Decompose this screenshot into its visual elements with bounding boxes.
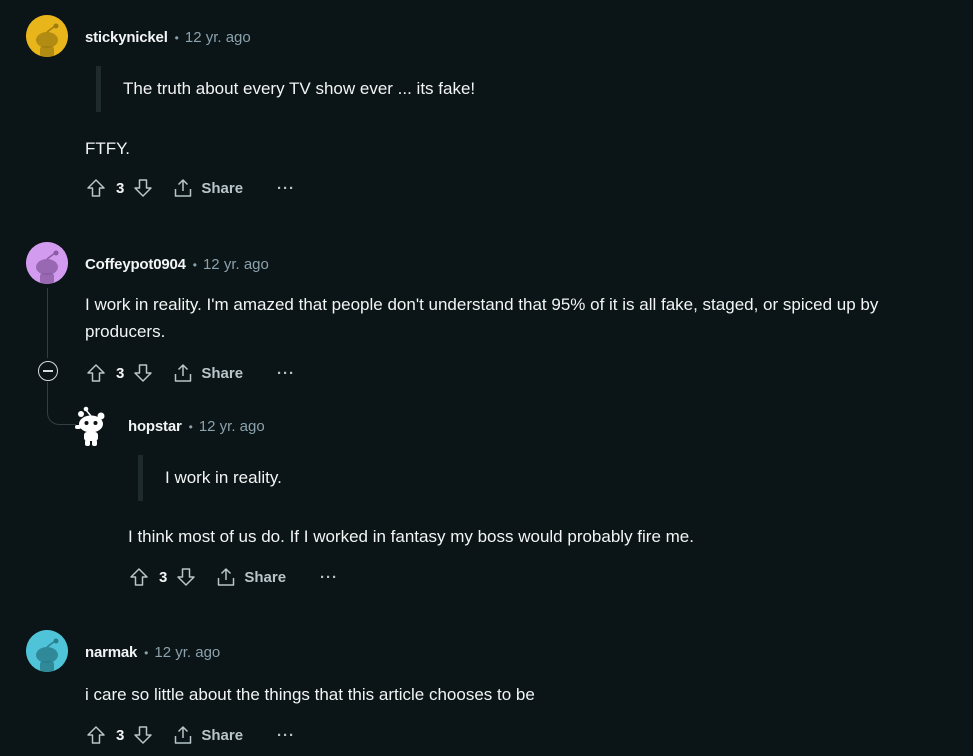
- comment-body: I think most of us do. If I worked in fa…: [128, 523, 694, 550]
- comment-actions: 3 Share ···: [85, 172, 295, 204]
- snoo-avatar-icon: [75, 406, 105, 446]
- upvote-icon: [87, 179, 105, 197]
- snoo-avatar-icon: [26, 15, 68, 57]
- comment-actions: 3 Share ···: [85, 357, 295, 389]
- share-button[interactable]: Share: [172, 362, 243, 384]
- minus-icon: [43, 370, 53, 372]
- share-icon: [175, 364, 192, 382]
- downvote-button[interactable]: [132, 177, 154, 199]
- meta-separator: •: [144, 645, 149, 660]
- timestamp[interactable]: 12 yr. ago: [203, 256, 269, 273]
- author-name[interactable]: narmak: [85, 644, 137, 661]
- comment-actions: 3 Share ···: [85, 719, 295, 751]
- author-name[interactable]: hopstar: [128, 418, 182, 435]
- share-button[interactable]: Share: [215, 566, 286, 588]
- share-button[interactable]: Share: [172, 177, 243, 199]
- thread-line[interactable]: [47, 288, 48, 358]
- comment-meta: hopstar • 12 yr. ago: [128, 418, 265, 435]
- comment-meta: stickynickel • 12 yr. ago: [85, 29, 251, 46]
- upvote-icon: [87, 364, 105, 382]
- comment-thread-page: stickynickel • 12 yr. ago The truth abou…: [0, 0, 973, 756]
- share-label: Share: [201, 179, 244, 197]
- avatar[interactable]: [26, 15, 68, 57]
- comment-text-line: producers.: [85, 322, 166, 341]
- snoo-avatar-icon: [26, 242, 68, 284]
- more-options-button[interactable]: ···: [277, 180, 295, 197]
- timestamp[interactable]: 12 yr. ago: [199, 418, 265, 435]
- downvote-icon: [134, 179, 153, 197]
- comment-body: I work in reality. I'm amazed that peopl…: [85, 291, 878, 345]
- upvote-icon: [87, 726, 105, 744]
- upvote-button[interactable]: [128, 566, 150, 588]
- comment-body: FTFY.: [85, 135, 130, 162]
- timestamp[interactable]: 12 yr. ago: [154, 644, 220, 661]
- more-options-button[interactable]: ···: [277, 365, 295, 382]
- collapse-thread-button[interactable]: [38, 361, 58, 381]
- author-name[interactable]: Coffeypot0904: [85, 256, 186, 273]
- author-name[interactable]: stickynickel: [85, 29, 168, 46]
- avatar[interactable]: [26, 630, 68, 672]
- quote-text: I work in reality.: [165, 468, 282, 487]
- downvote-icon: [134, 364, 153, 382]
- upvote-button[interactable]: [85, 177, 107, 199]
- snoo-avatar-icon: [26, 630, 68, 672]
- comment-meta: narmak • 12 yr. ago: [85, 644, 220, 661]
- comment-text: I think most of us do. If I worked in fa…: [128, 527, 694, 546]
- meta-separator: •: [188, 419, 193, 434]
- blockquote: I work in reality.: [138, 455, 282, 501]
- comment-text-line: I work in reality. I'm amazed that peopl…: [85, 295, 879, 314]
- meta-separator: •: [192, 257, 197, 272]
- vote-count: 3: [116, 726, 125, 744]
- vote-count: 3: [116, 179, 125, 197]
- quote-text: The truth about every TV show ever ... i…: [123, 79, 476, 98]
- share-icon: [218, 568, 235, 586]
- more-options-button[interactable]: ···: [277, 727, 295, 744]
- comment-text: FTFY.: [85, 139, 131, 158]
- timestamp[interactable]: 12 yr. ago: [185, 29, 251, 46]
- share-label: Share: [201, 364, 244, 382]
- vote-count: 3: [159, 568, 168, 586]
- downvote-icon: [134, 726, 153, 744]
- share-button[interactable]: Share: [172, 724, 243, 746]
- more-options-button[interactable]: ···: [320, 569, 338, 586]
- blockquote: The truth about every TV show ever ... i…: [96, 66, 475, 112]
- upvote-button[interactable]: [85, 362, 107, 384]
- upvote-icon: [130, 568, 148, 586]
- avatar[interactable]: [72, 405, 112, 447]
- comment-text: i care so little about the things that t…: [85, 685, 535, 704]
- share-label: Share: [201, 726, 244, 744]
- downvote-icon: [177, 568, 196, 586]
- comment-body: i care so little about the things that t…: [85, 681, 535, 708]
- comment-meta: Coffeypot0904 • 12 yr. ago: [85, 256, 269, 273]
- downvote-button[interactable]: [132, 724, 154, 746]
- share-label: Share: [244, 568, 287, 586]
- vote-count: 3: [116, 364, 125, 382]
- comment-actions: 3 Share ···: [128, 561, 338, 593]
- upvote-button[interactable]: [85, 724, 107, 746]
- downvote-button[interactable]: [132, 362, 154, 384]
- share-icon: [175, 726, 192, 744]
- meta-separator: •: [174, 30, 179, 45]
- share-icon: [175, 179, 192, 197]
- avatar[interactable]: [26, 242, 68, 284]
- downvote-button[interactable]: [175, 566, 197, 588]
